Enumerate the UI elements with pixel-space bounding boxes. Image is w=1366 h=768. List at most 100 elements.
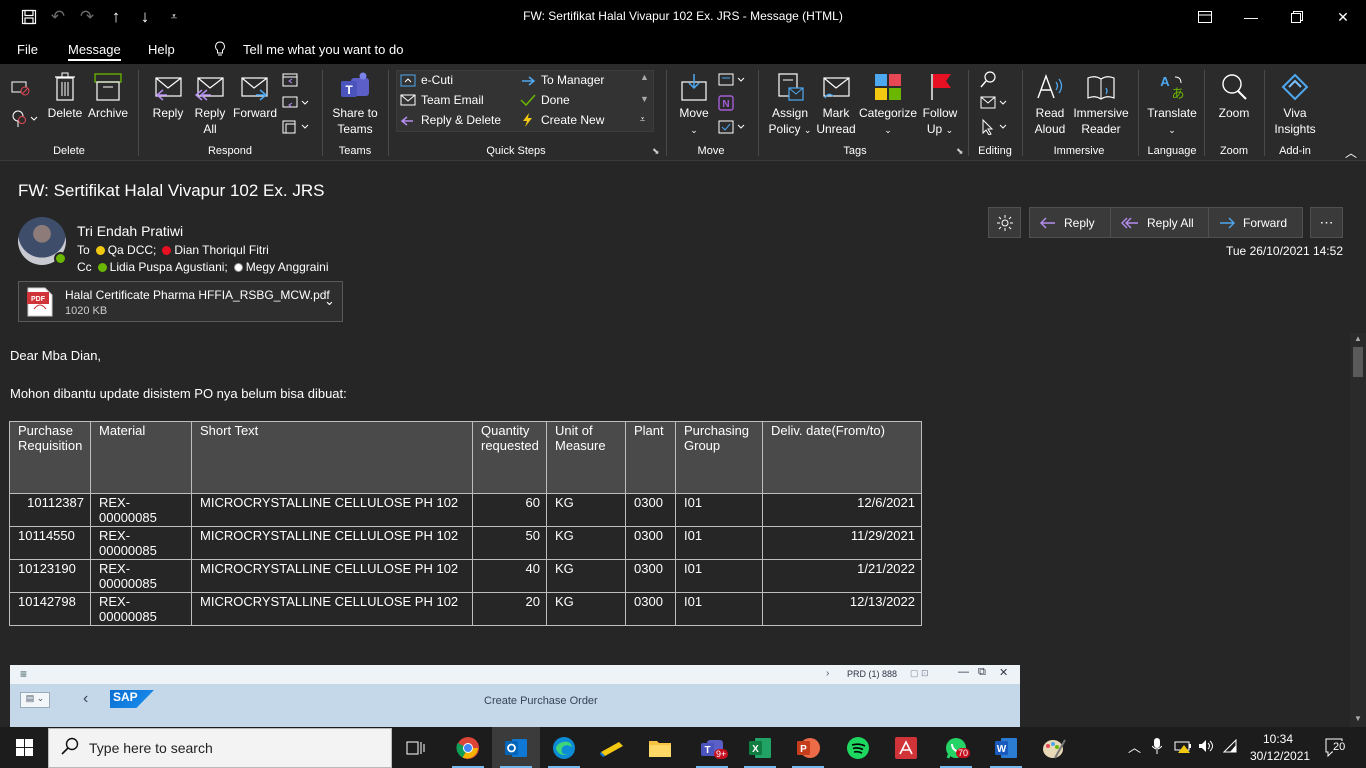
read-aloud-button[interactable]: Read Aloud [1028, 72, 1072, 137]
reply-all-action-button[interactable]: Reply All [1110, 207, 1209, 238]
immersive-reader-label-2: Reader [1081, 122, 1121, 136]
forward-action-button[interactable]: Forward [1208, 207, 1303, 238]
quickstep-reply-delete[interactable]: Reply & Delete [400, 113, 501, 127]
forward-button[interactable]: Forward [232, 72, 278, 121]
im-reply-icon[interactable] [282, 95, 310, 116]
delete-button[interactable]: Delete [46, 72, 84, 121]
task-view-icon[interactable] [392, 727, 440, 768]
quickstep-create-new[interactable]: Create New [520, 113, 604, 127]
reading-pane-scrollbar[interactable]: ▲ ▼ [1350, 333, 1366, 727]
gallery-expand-icon[interactable]: ⩡ [640, 114, 645, 125]
taskbar-search[interactable]: Type here to search [48, 728, 392, 768]
chrome-icon[interactable] [444, 727, 492, 768]
actions-icon[interactable] [718, 119, 746, 140]
quickstep-to-manager[interactable]: To Manager [520, 73, 604, 87]
sap-screen-title: Create Purchase Order [484, 695, 598, 707]
show-hidden-icons[interactable]: ︿ [1128, 737, 1141, 756]
gallery-scroll-up-icon[interactable]: ▲ [640, 72, 649, 82]
ignore-icon[interactable] [10, 78, 30, 101]
presence-away-icon [95, 245, 105, 255]
scroll-thumb[interactable] [1353, 347, 1363, 377]
quantity-cell: 20 [472, 592, 547, 626]
word-icon[interactable]: W [982, 727, 1030, 768]
more-respond-icon[interactable] [282, 119, 310, 140]
chevron-down-icon[interactable]: ⌄ [324, 293, 335, 309]
meeting-reply-icon[interactable] [282, 72, 300, 93]
reply-button[interactable]: Reply [148, 72, 188, 121]
ribbon-display-icon[interactable] [1182, 0, 1228, 34]
file-explorer-icon[interactable] [636, 727, 684, 768]
select-icon[interactable] [980, 118, 1008, 140]
translate-button[interactable]: Aあ Translate ⌄ [1144, 72, 1200, 138]
excel-icon[interactable]: X [736, 727, 784, 768]
tab-message[interactable]: Message [68, 42, 121, 61]
reply-all-action-label: Reply All [1147, 215, 1194, 230]
archive-label: Archive [87, 106, 128, 120]
reply-action-button[interactable]: Reply [1029, 207, 1111, 238]
attachment-card[interactable]: PDF Halal Certificate Pharma HFFIA_RSBG_… [18, 281, 343, 322]
restore-button[interactable] [1274, 0, 1320, 34]
quickstep-done[interactable]: Done [520, 93, 570, 107]
share-teams-label-1: Share to [332, 106, 378, 120]
gallery-scroll-down-icon[interactable]: ▼ [640, 94, 649, 104]
sender-name[interactable]: Tri Endah Pratiwi [77, 223, 183, 239]
powerpoint-icon[interactable]: P [784, 727, 832, 768]
scroll-down-icon[interactable]: ▼ [1354, 714, 1362, 723]
sticky-notes-icon[interactable] [588, 727, 636, 768]
onenote-icon[interactable]: N [718, 95, 734, 116]
sap-close-icon: ✕ [999, 667, 1009, 679]
whatsapp-icon[interactable]: 70 [932, 727, 980, 768]
recipient[interactable]: Dian Thoriqul Fitri [174, 243, 268, 257]
short-text-cell: MICROCRYSTALLINE CELLULOSE PH 102 [191, 559, 473, 593]
junk-icon[interactable] [10, 108, 38, 133]
categorize-button[interactable]: Categorize ⌄ [858, 72, 918, 138]
rules-icon[interactable] [718, 72, 746, 93]
short-text-cell: MICROCRYSTALLINE CELLULOSE PH 102 [191, 493, 473, 527]
pr-cell: 10142798 [9, 592, 91, 626]
dialog-launcher-icon[interactable]: ⬊ [956, 146, 964, 157]
collapse-ribbon-icon[interactable]: ︿ [1345, 144, 1357, 161]
immersive-reader-button[interactable]: Immersive Reader [1072, 72, 1130, 137]
recipient[interactable]: Megy Anggraini [246, 260, 329, 274]
acrobat-icon[interactable] [882, 727, 930, 768]
paint-icon[interactable] [1030, 727, 1078, 768]
mark-unread-button[interactable]: Mark Unread [814, 72, 858, 137]
zoom-button[interactable]: Zoom [1210, 72, 1258, 121]
quickstep-team-email[interactable]: Team Email [400, 93, 484, 107]
windows-start-icon[interactable] [0, 727, 48, 768]
scroll-up-icon[interactable]: ▲ [1354, 334, 1362, 343]
clock-time[interactable]: 10:34 [1254, 732, 1302, 746]
teams-icon[interactable]: T 9+ [688, 727, 736, 768]
assign-policy-button[interactable]: Assign Policy ⌄ [766, 72, 814, 138]
find-icon[interactable] [980, 70, 998, 93]
related-icon[interactable] [980, 95, 1008, 116]
clock-date[interactable]: 30/12/2021 [1250, 749, 1310, 763]
volume-icon[interactable] [1198, 739, 1214, 756]
spotify-icon[interactable] [834, 727, 882, 768]
follow-up-button[interactable]: Follow Up ⌄ [918, 72, 962, 138]
recipient[interactable]: Lidia Puspa Agustiani; [110, 260, 228, 274]
outlook-icon[interactable] [492, 727, 540, 768]
quickstep-e-cuti[interactable]: e-Cuti [400, 73, 453, 87]
reply-all-button[interactable]: Reply All [190, 72, 230, 137]
more-options-icon[interactable]: ⋯ [1310, 207, 1343, 238]
teams-badge: 9+ [714, 749, 729, 759]
microphone-icon[interactable] [1151, 738, 1163, 757]
battery-warning-icon[interactable] [1174, 739, 1192, 756]
tell-me-search[interactable]: Tell me what you want to do [243, 42, 403, 57]
dialog-launcher-icon[interactable]: ⬊ [652, 146, 660, 157]
minimize-button[interactable]: — [1228, 0, 1274, 34]
tab-file[interactable]: File [17, 42, 38, 57]
recipient[interactable]: Qa DCC; [108, 243, 157, 257]
read-aloud-label-2: Aloud [1034, 122, 1066, 136]
wifi-icon[interactable] [1222, 738, 1238, 756]
edge-icon[interactable] [540, 727, 588, 768]
viva-insights-button[interactable]: Viva Insights [1270, 72, 1320, 137]
sun-icon[interactable] [988, 207, 1021, 238]
close-button[interactable]: ✕ [1320, 0, 1366, 34]
tab-help[interactable]: Help [148, 42, 175, 57]
archive-button[interactable]: Archive [86, 72, 130, 121]
taskbar: Type here to search T 9+ X P 70 W ︿ 10:3… [0, 727, 1366, 768]
share-to-teams-button[interactable]: T Share to Teams [328, 72, 382, 137]
move-button[interactable]: Move ⌄ [674, 72, 714, 138]
